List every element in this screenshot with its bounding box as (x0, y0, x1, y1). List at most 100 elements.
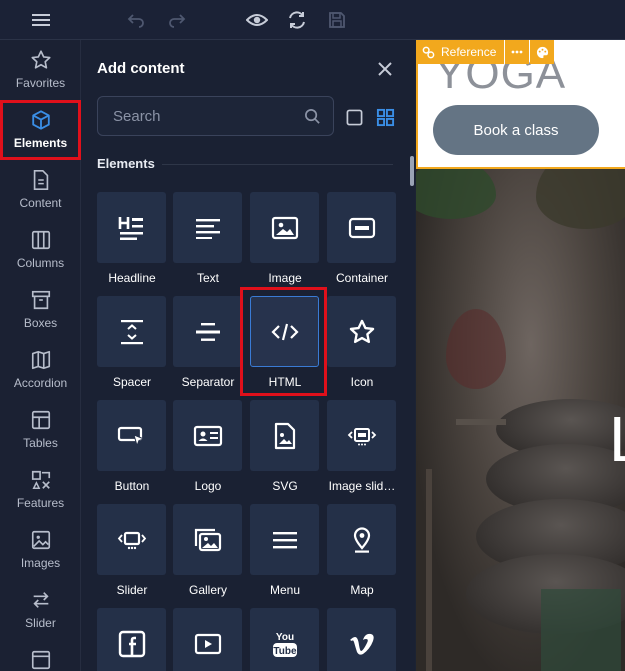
slider-icon (117, 531, 146, 549)
rail-item-content[interactable]: Content (0, 160, 81, 220)
tile-gallery[interactable]: Gallery (173, 504, 242, 597)
play-video-icon (194, 633, 221, 654)
logo-card-icon (193, 425, 222, 446)
rail-label: Boxes (23, 316, 58, 330)
reference-label: Reference (441, 45, 497, 59)
undo-icon[interactable] (122, 6, 150, 34)
tile-label: Image (268, 271, 302, 285)
map-pin-icon (353, 526, 370, 553)
table-icon (31, 410, 50, 430)
tile-youtube[interactable]: You Tube (250, 608, 319, 671)
columns-icon (31, 230, 50, 250)
tile-map[interactable]: Map (327, 504, 396, 597)
tile-label: HTML (268, 375, 302, 389)
tile-label: Logo (194, 479, 222, 493)
svg-text:Tube: Tube (273, 646, 297, 657)
tile-label: Icon (350, 375, 374, 389)
tile-svg[interactable]: SVG (250, 400, 319, 493)
tile-label: Separator (181, 375, 235, 389)
tile-headline[interactable]: Headline (97, 192, 166, 285)
rail-label: Elements (13, 136, 68, 150)
grid-view-icon[interactable] (375, 107, 395, 127)
search-input[interactable] (98, 97, 298, 135)
arrows-swap-icon (32, 592, 49, 608)
panel-scrollbar[interactable] (410, 156, 414, 186)
tile-label: Text (196, 271, 219, 285)
rail-label: Accordion (13, 376, 68, 390)
tile-menu[interactable]: Menu (250, 504, 319, 597)
window-icon (31, 650, 50, 670)
tile-logo[interactable]: Logo (173, 400, 242, 493)
svg-text:You: You (275, 632, 293, 643)
features-icon (31, 470, 50, 489)
menu-icon[interactable] (27, 6, 55, 34)
elements-section-header: Elements (97, 156, 393, 172)
headline-icon (118, 216, 143, 240)
tile-image-slider[interactable]: Image slid… (327, 400, 396, 493)
reference-tag[interactable]: Reference (416, 40, 505, 64)
image-icon (31, 530, 50, 550)
spacer-icon (120, 319, 143, 344)
tile-label: Map (350, 583, 374, 597)
rail-item-favorites[interactable]: Favorites (0, 40, 81, 100)
page-preview-canvas[interactable]: L YOGA Book a class Reference (416, 40, 625, 671)
category-rail: Favorites Elements Content Columns Boxes… (0, 40, 81, 671)
rail-item-accordion[interactable]: Accordion (0, 340, 81, 400)
selection-toolbar: Reference (416, 40, 555, 64)
rail-item-features[interactable]: Features (0, 460, 81, 520)
link-icon (422, 46, 435, 58)
tile-slider[interactable]: Slider (97, 504, 166, 597)
tile-icon[interactable]: Icon (327, 296, 396, 389)
rail-item-tables[interactable]: Tables (0, 400, 81, 460)
rail-item-more[interactable] (0, 640, 81, 671)
refresh-icon[interactable] (283, 6, 311, 34)
tile-button[interactable]: Button (97, 400, 166, 493)
image-slider-icon (347, 427, 376, 445)
tile-container[interactable]: Container (327, 192, 396, 285)
tile-label: Container (335, 271, 389, 285)
tile-vimeo[interactable] (327, 608, 396, 671)
box-icon (31, 290, 50, 310)
tile-image[interactable]: Image (250, 192, 319, 285)
rail-item-columns[interactable]: Columns (0, 220, 81, 280)
tile-facebook[interactable] (97, 608, 166, 671)
list-view-icon[interactable] (344, 107, 364, 127)
image-icon (271, 216, 298, 239)
rail-label: Content (19, 196, 62, 210)
tile-text[interactable]: Text (173, 192, 242, 285)
tile-label: Gallery (188, 583, 227, 597)
tile-video[interactable] (173, 608, 242, 671)
hero-heading-fragment: L (609, 402, 625, 476)
tile-separator[interactable]: Separator (173, 296, 242, 389)
rail-item-images[interactable]: Images (0, 520, 81, 580)
tile-label: Slider (116, 583, 148, 597)
panel-title: Add content (97, 60, 185, 77)
menu-icon (272, 531, 297, 548)
book-class-button[interactable]: Book a class (433, 105, 599, 155)
cube-icon (31, 110, 50, 130)
palette-icon[interactable] (530, 40, 555, 64)
tile-label: Button (114, 479, 150, 493)
rail-item-slider[interactable]: Slider (0, 580, 81, 640)
rail-label: Slider (25, 616, 56, 630)
more-options-icon[interactable] (505, 40, 530, 64)
tile-html[interactable]: HTML (250, 296, 319, 389)
redo-icon[interactable] (163, 6, 191, 34)
vimeo-icon (349, 633, 374, 655)
rail-label: Columns (16, 256, 65, 270)
close-icon[interactable] (374, 58, 396, 80)
star-icon (349, 319, 374, 343)
save-icon[interactable] (323, 6, 351, 34)
tile-spacer[interactable]: Spacer (97, 296, 166, 389)
rail-item-boxes[interactable]: Boxes (0, 280, 81, 340)
container-icon (348, 217, 375, 238)
tile-label: Spacer (112, 375, 152, 389)
rail-label: Favorites (15, 76, 66, 90)
facebook-icon (118, 630, 145, 657)
rail-label: Images (20, 556, 61, 570)
search-icon[interactable] (304, 108, 321, 130)
preview-eye-icon[interactable] (243, 6, 271, 34)
hero-background-image (416, 149, 625, 671)
rail-item-elements[interactable]: Elements (0, 100, 81, 160)
rail-label: Tables (23, 436, 58, 450)
